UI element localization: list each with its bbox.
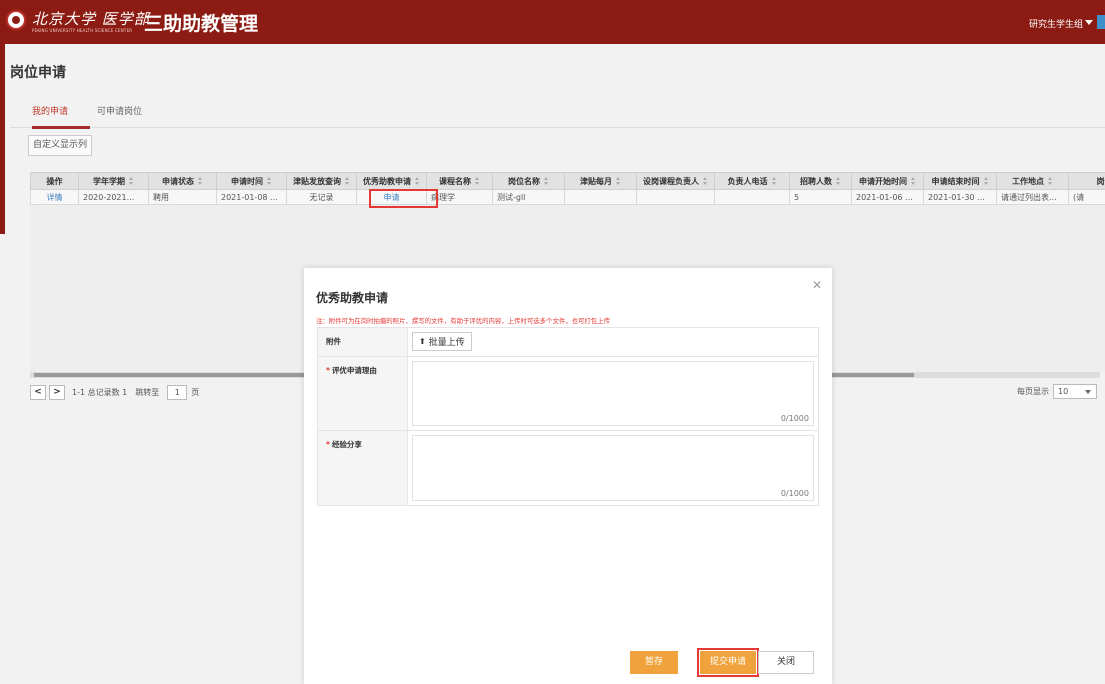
- column-header[interactable]: 申请开始时间: [851, 172, 924, 190]
- table-cell: [714, 189, 790, 205]
- save-draft-button[interactable]: 暂存: [630, 651, 678, 674]
- experience-textarea[interactable]: 0/1000: [412, 435, 814, 501]
- required-marker: *: [326, 366, 330, 375]
- experience-row: * 经验分享 0/1000: [318, 431, 818, 505]
- per-page-label: 每页显示: [1017, 387, 1049, 396]
- batch-upload-button[interactable]: ⬆ 批量上传: [412, 332, 472, 351]
- sort-icon[interactable]: [616, 177, 621, 185]
- university-logo-subtext: PEKING UNIVERSITY HEALTH SCIENCE CENTER: [32, 28, 133, 33]
- university-logo-text: 北京大学 医学部: [32, 10, 150, 28]
- attachment-label: 附件: [318, 328, 408, 356]
- sort-icon[interactable]: [771, 177, 777, 185]
- system-name: 三助助教管理: [144, 13, 259, 35]
- user-role-menu[interactable]: 研究生学生组: [1029, 17, 1083, 30]
- sort-icon[interactable]: [836, 177, 841, 185]
- column-header[interactable]: 招聘人数: [789, 172, 852, 190]
- table-cell: 测试-gll: [492, 189, 565, 205]
- applications-table: 操作 学年学期 申请状态 申请时间 津贴发放查询 优秀助教申请 课程名称 岗位名…: [30, 172, 1105, 205]
- sort-icon[interactable]: [129, 177, 134, 185]
- prev-page-button[interactable]: <: [30, 384, 46, 400]
- column-header[interactable]: 申请状态: [148, 172, 217, 190]
- column-header[interactable]: 学年学期: [78, 172, 149, 190]
- table-header-row: 操作 学年学期 申请状态 申请时间 津贴发放查询 优秀助教申请 课程名称 岗位名…: [30, 172, 1105, 190]
- column-header[interactable]: 申请结束时间: [923, 172, 997, 190]
- table-cell: 2021-01-06 ...: [851, 189, 924, 205]
- chevron-left-icon: <: [34, 387, 42, 397]
- sort-icon[interactable]: [415, 177, 420, 185]
- table-cell: [564, 189, 637, 205]
- university-seal-icon: [6, 10, 26, 30]
- table-cell: 无记录: [286, 189, 357, 205]
- reason-textarea[interactable]: 0/1000: [412, 361, 814, 426]
- column-header[interactable]: 操作: [30, 172, 79, 190]
- column-header[interactable]: 申请时间: [216, 172, 287, 190]
- page-title: 岗位申请: [10, 65, 66, 81]
- reason-label-cell: * 评优申请理由: [318, 357, 408, 430]
- next-page-button[interactable]: >: [49, 384, 65, 400]
- sort-icon[interactable]: [911, 177, 916, 185]
- close-button[interactable]: 关闭: [758, 651, 814, 674]
- table-cell: 5: [789, 189, 852, 205]
- submit-application-button[interactable]: 提交申请: [697, 648, 759, 677]
- active-tab-indicator: [32, 126, 90, 129]
- sort-icon[interactable]: [198, 177, 203, 185]
- upload-icon: ⬆: [419, 337, 426, 346]
- page-unit-label: 页: [191, 387, 200, 397]
- sort-icon[interactable]: [1048, 177, 1053, 185]
- column-header[interactable]: 负责人电话: [714, 172, 790, 190]
- tab-bar: 我的申请 可申请岗位: [10, 104, 1105, 129]
- sort-icon[interactable]: [345, 177, 350, 185]
- table-cell: 2021-01-30 ...: [923, 189, 997, 205]
- chevron-right-icon: >: [53, 387, 61, 397]
- per-page-select[interactable]: 10: [1053, 384, 1097, 399]
- avatar[interactable]: [1097, 15, 1105, 29]
- experience-label-cell: * 经验分享: [318, 431, 408, 505]
- custom-columns-button[interactable]: 自定义显示列: [28, 135, 92, 156]
- sort-icon[interactable]: [703, 177, 708, 185]
- jump-label: 跳转至: [135, 387, 160, 397]
- column-header[interactable]: 设岗课程负责人: [636, 172, 715, 190]
- column-header[interactable]: 优秀助教申请: [356, 172, 427, 190]
- application-form: 附件 ⬆ 批量上传 * 评优申请理由 0/1000 * 经验分享 0/1000: [317, 327, 819, 506]
- close-icon[interactable]: ✕: [812, 278, 822, 292]
- sort-icon[interactable]: [267, 177, 272, 185]
- table-cell: 2021-01-08 ...: [216, 189, 287, 205]
- column-header[interactable]: 津贴发放查询: [286, 172, 357, 190]
- experience-char-counter: 0/1000: [780, 489, 809, 498]
- table-cell: (请: [1068, 189, 1105, 205]
- table-cell: [636, 189, 715, 205]
- experience-label: 经验分享: [331, 440, 362, 449]
- required-marker: *: [326, 440, 330, 449]
- reason-label: 评优申请理由: [331, 366, 377, 375]
- pagination: < > 1-1 总记录数 1 跳转至 1 页: [30, 384, 199, 400]
- attachment-row: 附件 ⬆ 批量上传: [318, 328, 818, 357]
- table-cell: 聘用: [148, 189, 217, 205]
- excellent-ta-application-dialog: 优秀助教申请 ✕ 注：附件可为在岗时拍摄的照片、撰写的文件，有助于评优的内容，上…: [304, 268, 832, 684]
- column-header[interactable]: 津贴每月: [564, 172, 637, 190]
- sort-icon[interactable]: [544, 177, 549, 185]
- sort-icon[interactable]: [983, 177, 989, 185]
- sort-icon[interactable]: [475, 177, 480, 185]
- details-link[interactable]: 详情: [30, 189, 79, 205]
- column-header[interactable]: 课程名称: [426, 172, 493, 190]
- batch-upload-label: 批量上传: [428, 338, 465, 348]
- chevron-down-icon[interactable]: [1085, 20, 1093, 25]
- page-number-input[interactable]: 1: [167, 384, 188, 400]
- column-header[interactable]: 工作地点: [996, 172, 1069, 190]
- per-page-control: 每页显示 10: [1017, 384, 1097, 399]
- table-row: 详情 2020-2021... 聘用 2021-01-08 ... 无记录 申请…: [30, 189, 1105, 205]
- tab-my-applications[interactable]: 我的申请: [32, 104, 68, 117]
- table-cell: 2020-2021...: [78, 189, 149, 205]
- record-summary: 1-1 总记录数 1: [72, 387, 128, 397]
- column-header[interactable]: 岗位名称: [492, 172, 565, 190]
- table-cell: 请通过列出表...: [996, 189, 1069, 205]
- apply-link-highlight: [369, 189, 438, 208]
- dialog-title: 优秀助教申请: [316, 291, 389, 305]
- tab-available-positions[interactable]: 可申请岗位: [97, 104, 142, 117]
- column-header[interactable]: 岗位: [1068, 172, 1105, 190]
- attachment-note: 注：附件可为在岗时拍摄的照片、撰写的文件，有助于评优的内容，上传时可选多个文件，…: [316, 317, 610, 325]
- top-header: 北京大学 医学部 PEKING UNIVERSITY HEALTH SCIENC…: [0, 0, 1105, 44]
- reason-char-counter: 0/1000: [780, 414, 809, 423]
- reason-row: * 评优申请理由 0/1000: [318, 357, 818, 431]
